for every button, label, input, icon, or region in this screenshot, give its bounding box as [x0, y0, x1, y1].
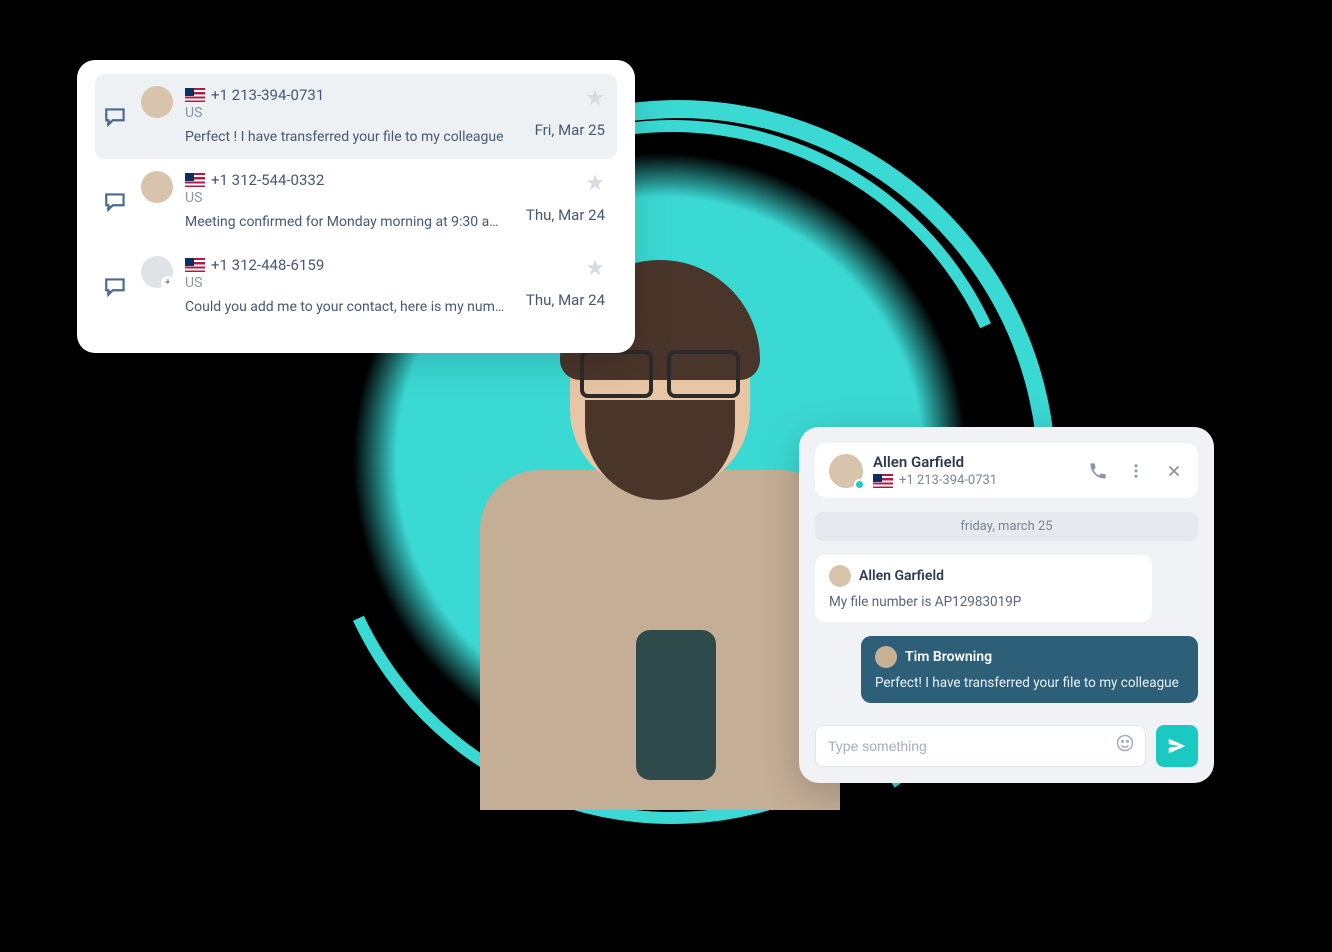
contact-name: Allen Garfield	[873, 453, 1078, 471]
sender-name: Allen Garfield	[859, 568, 944, 584]
star-icon[interactable]: ★	[535, 86, 605, 111]
presence-indicator	[854, 479, 865, 490]
flag-us-icon	[873, 474, 893, 488]
flag-us-icon	[185, 88, 205, 102]
message-preview: Meeting confirmed for Monday morning at …	[185, 214, 506, 230]
message-preview: Perfect ! I have transferred your file t…	[185, 129, 515, 145]
avatar-add-contact	[141, 256, 173, 288]
star-icon[interactable]: ★	[526, 256, 605, 281]
message-text: My file number is AP12983019P	[829, 593, 1138, 612]
contact-phone: +1 213-394-0731	[899, 473, 997, 488]
phone-number: +1 213-394-0731	[211, 86, 324, 104]
message-preview: Could you add me to your contact, here i…	[185, 299, 506, 315]
avatar	[141, 86, 173, 118]
emoji-button[interactable]	[1115, 733, 1135, 758]
call-button[interactable]	[1088, 461, 1108, 481]
phone-number: +1 312-544-0332	[211, 171, 324, 189]
message-bubble-outgoing: Tim Browning Perfect! I have transferred…	[861, 636, 1198, 703]
menu-button[interactable]	[1126, 461, 1146, 481]
conversation-date: Thu, Mar 24	[526, 291, 605, 309]
compose-input[interactable]	[828, 738, 1115, 754]
chat-widget: Allen Garfield +1 213-394-0731 friday, m…	[799, 427, 1214, 783]
conversation-date: Fri, Mar 25	[535, 121, 605, 139]
conversation-date: Thu, Mar 24	[526, 206, 605, 224]
message-reply-icon	[103, 274, 129, 300]
avatar	[829, 454, 863, 488]
send-button[interactable]	[1156, 725, 1198, 767]
message-text: Perfect! I have transferred your file to…	[875, 674, 1184, 693]
country-label: US	[185, 190, 506, 206]
conversation-item[interactable]: +1 312-448-6159 US Could you add me to y…	[95, 244, 617, 329]
sender-name: Tim Browning	[905, 649, 992, 665]
star-icon[interactable]: ★	[526, 171, 605, 196]
flag-us-icon	[185, 258, 205, 272]
avatar	[875, 646, 897, 668]
date-separator: friday, march 25	[815, 512, 1198, 541]
message-bubble-incoming: Allen Garfield My file number is AP12983…	[815, 555, 1152, 622]
message-reply-icon	[103, 189, 129, 215]
compose-area	[815, 725, 1198, 767]
phone-number: +1 312-448-6159	[211, 256, 324, 274]
country-label: US	[185, 275, 506, 291]
conversation-item[interactable]: +1 312-544-0332 US Meeting confirmed for…	[95, 159, 617, 244]
close-button[interactable]	[1164, 461, 1184, 481]
conversation-item[interactable]: +1 213-394-0731 US Perfect ! I have tran…	[95, 74, 617, 159]
avatar	[829, 565, 851, 587]
avatar	[141, 171, 173, 203]
chat-header: Allen Garfield +1 213-394-0731	[815, 443, 1198, 498]
conversation-list-card: +1 213-394-0731 US Perfect ! I have tran…	[77, 60, 635, 353]
flag-us-icon	[185, 173, 205, 187]
message-reply-icon	[103, 104, 129, 130]
country-label: US	[185, 105, 515, 121]
